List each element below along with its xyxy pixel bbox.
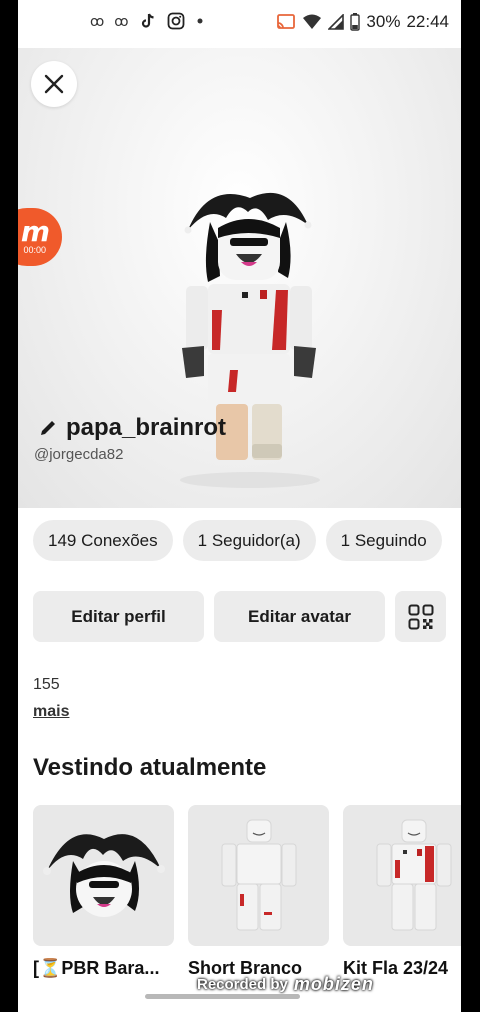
- followers-chip[interactable]: 1 Seguidor(a): [182, 520, 316, 561]
- status-bar: ꝏ ꝏ 30% 22:44: [18, 0, 461, 48]
- edit-avatar-button[interactable]: Editar avatar: [214, 591, 385, 642]
- watermark-brand: mobizen: [293, 973, 374, 994]
- instagram-icon: [167, 12, 184, 30]
- close-icon: [44, 74, 64, 94]
- qr-code-button[interactable]: [395, 591, 446, 642]
- watermark-prefix: Recorded by: [197, 975, 288, 993]
- profile-username[interactable]: papa_brainrot: [38, 414, 226, 442]
- status-left-icons: ꝏ ꝏ: [90, 12, 205, 30]
- wearing-items-list: [⏳PBR Bara... Short Branco Kit Fla 23/24: [33, 805, 461, 979]
- profile-handle: @jorgecda82: [34, 446, 124, 463]
- wearing-section-title: Vestindo atualmente: [33, 754, 267, 781]
- connections-chip[interactable]: 149 Conexões: [33, 520, 173, 561]
- signal-icon: [328, 14, 345, 30]
- bio-more-link[interactable]: mais: [33, 703, 69, 721]
- item-thumbnail: [188, 805, 329, 946]
- kit-shirt-thumbnail: [376, 819, 451, 930]
- white-outfit-thumbnail: [221, 819, 296, 930]
- following-chip[interactable]: 1 Seguindo: [325, 520, 442, 561]
- status-right-icons: 30% 22:44: [276, 12, 449, 32]
- item-name: [⏳PBR Bara...: [33, 958, 160, 978]
- recorder-watermark: Recorded by mobizen: [197, 973, 437, 995]
- avatar-3d-figure: [180, 192, 320, 488]
- notification-icon: ꝏ: [90, 12, 105, 29]
- item-thumbnail: [33, 805, 174, 946]
- dot-icon: [197, 18, 203, 24]
- recorder-timer: 00:00: [23, 245, 46, 255]
- qr-code-icon: [408, 604, 433, 629]
- stats-row: 149 Conexões 1 Seguidor(a) 1 Seguindo: [33, 520, 442, 561]
- bio-text: 155: [33, 676, 60, 693]
- pencil-icon[interactable]: [38, 418, 58, 438]
- wearing-item[interactable]: [⏳PBR Bara...: [33, 805, 174, 979]
- recorder-logo: m: [20, 215, 50, 248]
- edit-profile-button[interactable]: Editar perfil: [33, 591, 204, 642]
- wifi-icon: [303, 14, 322, 29]
- notification-icon: ꝏ: [114, 12, 129, 29]
- gesture-home-bar[interactable]: [145, 994, 300, 999]
- item-thumbnail: [343, 805, 461, 946]
- profile-actions: Editar perfil Editar avatar: [33, 591, 446, 642]
- jester-hat-thumbnail: [42, 833, 165, 917]
- wearing-item[interactable]: Short Branco: [188, 805, 329, 979]
- battery-percent: 30%: [366, 12, 401, 31]
- display-name: papa_brainrot: [66, 414, 227, 441]
- battery-icon: [350, 13, 361, 31]
- close-button[interactable]: [31, 61, 77, 107]
- wearing-item[interactable]: Kit Fla 23/24: [343, 805, 461, 979]
- app-screen: ꝏ ꝏ 30% 22:44 m 00:00 papa_brainrot @jor…: [18, 0, 461, 1012]
- cast-icon: [277, 14, 296, 29]
- clock-time: 22:44: [406, 12, 449, 31]
- tiktok-icon: [141, 13, 154, 28]
